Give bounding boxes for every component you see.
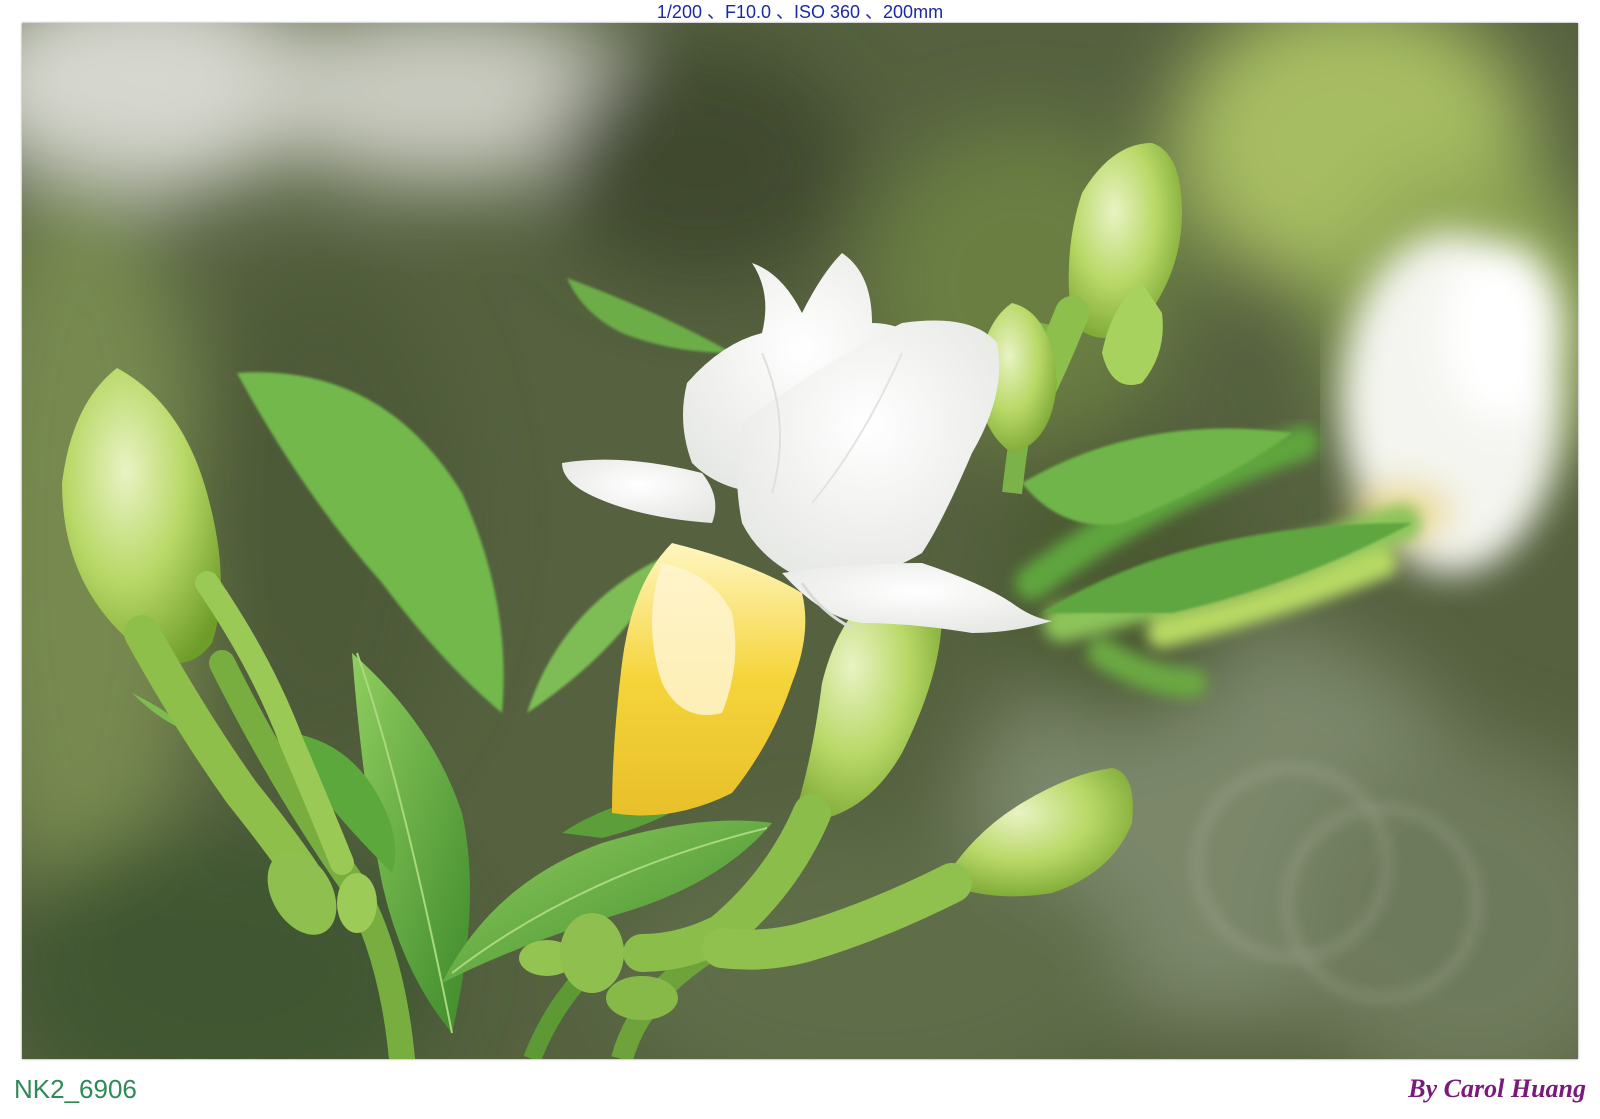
exif-caption: 1/200 、F10.0 、ISO 360 、200mm bbox=[656, 2, 944, 22]
photo-frame: 1/200 、F10.0 、ISO 360 、200mm NK2_6906 By… bbox=[0, 0, 1600, 1119]
photograph bbox=[22, 23, 1578, 1059]
file-id-label: NK2_6906 bbox=[14, 1074, 137, 1104]
photographer-credit: By Carol Huang bbox=[1408, 1074, 1586, 1103]
